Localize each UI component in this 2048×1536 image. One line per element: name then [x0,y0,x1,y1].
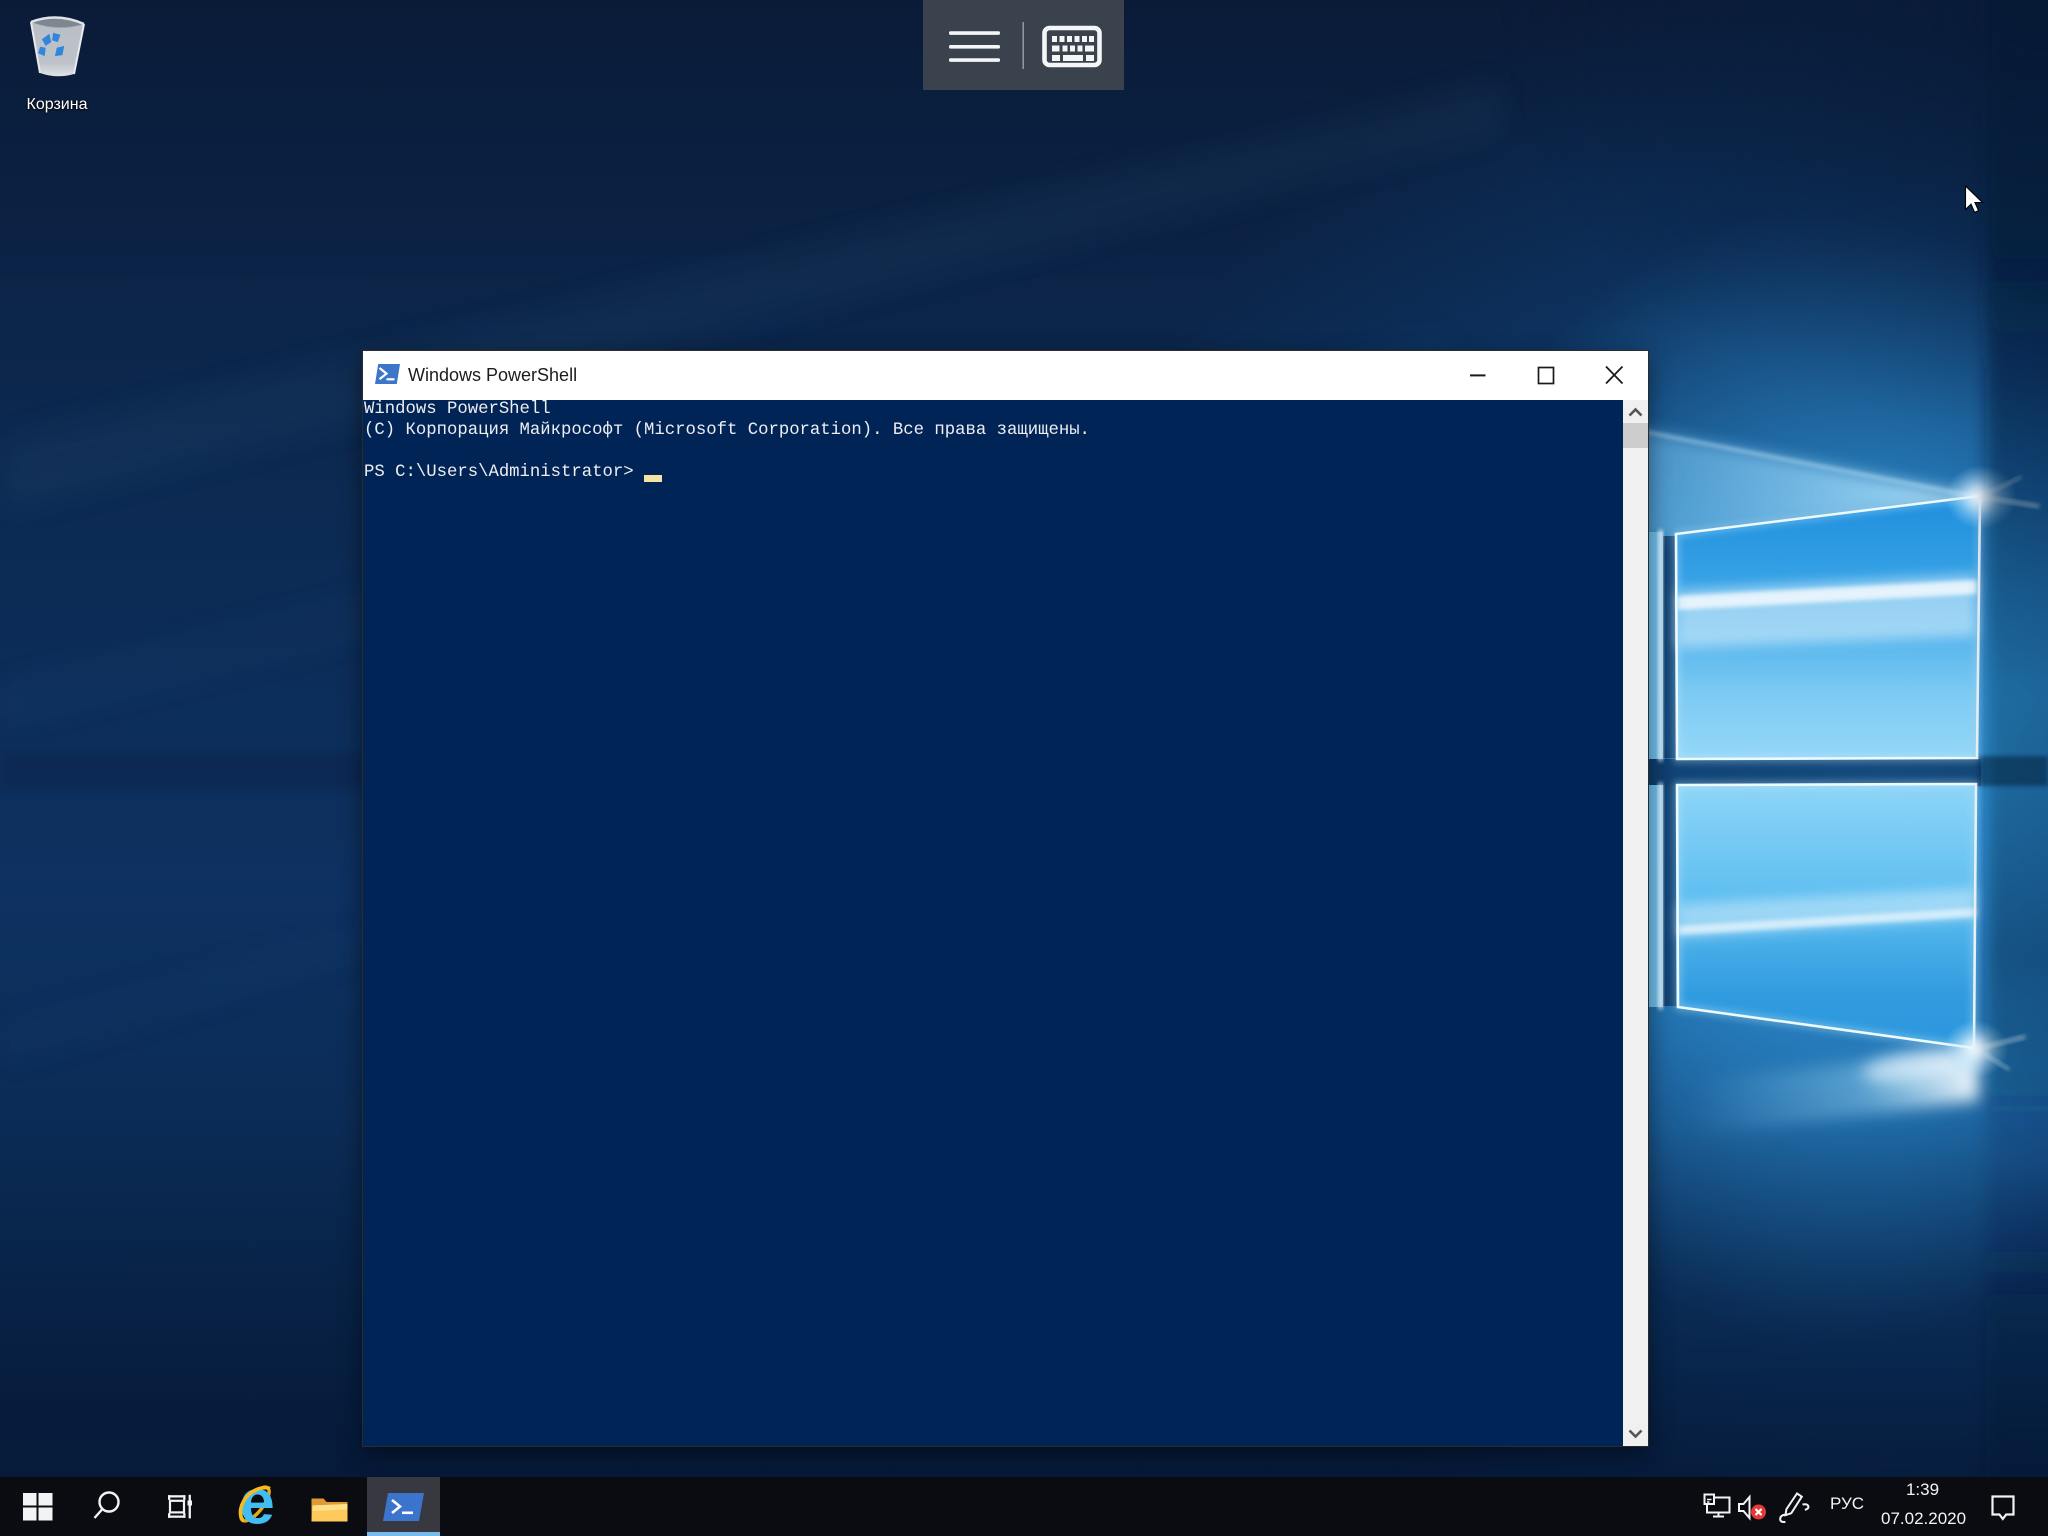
svg-text:e: e [239,1477,275,1536]
